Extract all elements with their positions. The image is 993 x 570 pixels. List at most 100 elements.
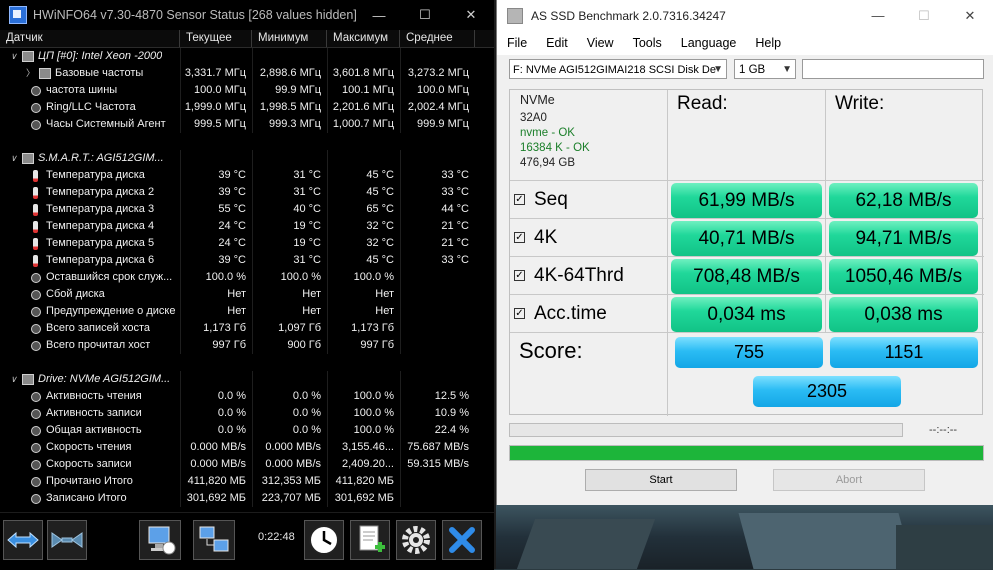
menu-view[interactable]: View (577, 36, 623, 50)
sensor-current: 24 °C (180, 235, 252, 252)
sensor-row[interactable]: Прочитано Итого 411,820 МБ 312,353 МБ 411,8… (0, 473, 494, 490)
column-header-average[interactable]: Среднее (400, 30, 475, 47)
start-button[interactable]: Start (585, 469, 737, 491)
sensor-row[interactable]: 〉 Базовые частоты 3,331.7 МГц 2,898.6 МГц 3,… (0, 65, 494, 82)
sensor-row[interactable]: Всего записей хоста 1,173 Гб 1,097 Гб 1,173… (0, 320, 494, 337)
sensor-row[interactable]: Активность чтения 0.0 % 0.0 % 100.0 % 12.5 % (0, 388, 494, 405)
column-header-sensor[interactable]: Датчик (0, 30, 180, 47)
sensor-row[interactable]: Температура диска 39 °C 31 °C 45 °C 33 °C (0, 167, 494, 184)
sensor-row[interactable]: Ring/LLC Частота 1,999.0 МГц 1,998.5 МГц 2,… (0, 99, 494, 116)
menu-language[interactable]: Language (671, 36, 746, 50)
sensor-row[interactable]: Температура диска 5 24 °C 19 °C 32 °C 21 °C (0, 235, 494, 252)
sensor-maximum: 3,155.46... (327, 439, 400, 456)
sensor-average (400, 286, 475, 303)
sensor-minimum: 0.000 MB/s (252, 439, 327, 456)
clock-icon (31, 85, 41, 96)
sensor-row[interactable]: Температура диска 2 39 °C 31 °C 45 °C 33 °C (0, 184, 494, 201)
sensor-group-name: S.M.A.R.T.: AGI512GIM... (38, 152, 164, 164)
sensor-row[interactable]: Температура диска 6 39 °C 31 °C 45 °C 33 °C (0, 252, 494, 269)
column-header-current[interactable]: Текущее (180, 30, 252, 47)
acctime-write-cell: 0,038 ms (826, 295, 984, 333)
clock-button[interactable] (304, 520, 344, 560)
monitor-button[interactable] (139, 520, 181, 560)
collapse-arrow-icon[interactable]: ∨ (8, 150, 19, 167)
sensor-row[interactable]: Температура диска 3 55 °C 40 °C 65 °C 44 °C (0, 201, 494, 218)
sensor-row[interactable]: Скорость чтения 0.000 MB/s 0.000 MB/s 3,155… (0, 439, 494, 456)
sensor-minimum: 100.0 % (252, 269, 327, 286)
sensor-row[interactable]: частота шины 100.0 МГц 99.9 МГц 100.1 МГц 10… (0, 82, 494, 99)
drive-firmware: 32A0 (520, 112, 547, 124)
sensor-label: Прочитано Итого (46, 475, 133, 487)
sensor-average (400, 269, 475, 286)
menu-tools[interactable]: Tools (623, 36, 671, 50)
sensor-current: Нет (180, 303, 252, 320)
sensor-average: 33 °C (400, 167, 475, 184)
clock-icon (31, 425, 41, 436)
sensor-row[interactable]: Скорость записи 0.000 MB/s 0.000 MB/s 2,409… (0, 456, 494, 473)
settings-button[interactable] (396, 520, 436, 560)
sensor-row[interactable]: Сбой диска Нет Нет Нет (0, 286, 494, 303)
sensor-row[interactable]: Предупреждение о диске Нет Нет Нет (0, 303, 494, 320)
sensor-row[interactable]: Всего прочитал хост 997 Гб 900 Гб 997 Гб (0, 337, 494, 354)
sensor-current: Нет (180, 286, 252, 303)
test-4k64-checkbox[interactable]: ✓ 4K-64Thrd (510, 257, 668, 295)
close-button[interactable]: ✕ (448, 7, 494, 23)
sensor-row[interactable]: Активность записи 0.0 % 0.0 % 100.0 % 10.9 % (0, 405, 494, 422)
minimize-button[interactable]: — (855, 8, 901, 23)
sensor-minimum: 2,898.6 МГц (252, 65, 327, 82)
collapse-button[interactable] (47, 520, 87, 560)
hwinfo-titlebar[interactable]: HWiNFO64 v7.30-4870 Sensor Status [268 v… (0, 0, 494, 30)
score-values-cell: 755 1151 2305 (668, 333, 984, 416)
sensor-maximum: 411,820 МБ (327, 473, 400, 490)
sensor-label: Температура диска 5 (46, 237, 155, 249)
4k64-write-cell: 1050,46 MB/s (826, 257, 984, 295)
menu-help[interactable]: Help (745, 36, 790, 50)
test-acctime-checkbox[interactable]: ✓ Acc.time (510, 295, 668, 333)
clock-icon (31, 442, 41, 453)
close-button[interactable]: ✕ (947, 8, 993, 24)
log-button[interactable] (350, 520, 390, 560)
sensor-average: 44 °C (400, 201, 475, 218)
drive-select[interactable]: F: NVMe AGI512GIMAI218 SCSI Disk De ▼ (509, 59, 727, 79)
sensor-maximum: 997 Гб (327, 337, 400, 354)
notes-input[interactable] (802, 59, 984, 79)
maximize-button[interactable]: ☐ (402, 7, 448, 23)
expand-arrow-icon[interactable]: 〉 (26, 65, 35, 82)
sensor-label: Ring/LLC Частота (46, 101, 136, 113)
collapse-arrow-icon[interactable]: ∨ (8, 371, 19, 388)
sensor-row[interactable]: Часы Системный Агент 999.5 МГц 999.3 МГц 1,… (0, 116, 494, 133)
sensor-row[interactable]: Температура диска 4 24 °C 19 °C 32 °C 21 °C (0, 218, 494, 235)
sensor-current: 3,331.7 МГц (180, 65, 252, 82)
drive-select-value: F: NVMe AGI512GIMAI218 SCSI Disk De (513, 64, 716, 76)
sensor-group-header[interactable]: ∨ ЦП [#0]: Intel Xeon -2000 (0, 48, 494, 65)
menu-file[interactable]: File (497, 36, 536, 50)
sensor-group-header[interactable]: ∨ Drive: NVMe AGI512GIM... (0, 371, 494, 388)
size-select[interactable]: 1 GB ▼ (734, 59, 796, 79)
collapse-arrow-icon[interactable]: ∨ (8, 48, 19, 65)
test-seq-checkbox[interactable]: ✓ Seq (510, 181, 668, 219)
alignment-status: 16384 K - OK (520, 142, 590, 154)
seq-read-cell: 61,99 MB/s (668, 181, 826, 219)
sensor-current: 301,692 МБ (180, 490, 252, 507)
minimize-button[interactable]: — (356, 8, 402, 23)
sensor-row[interactable]: Записано Итого 301,692 МБ 223,707 МБ 301,69… (0, 490, 494, 507)
sensor-table-header: Датчик Текущее Минимум Максимум Среднее (0, 30, 494, 48)
expand-collapse-button[interactable] (3, 520, 43, 560)
test-4k-checkbox[interactable]: ✓ 4K (510, 219, 668, 257)
sensor-average: 21 °C (400, 218, 475, 235)
sensor-average: 21 °C (400, 235, 475, 252)
network-button[interactable] (193, 520, 235, 560)
sensor-maximum: 100.0 % (327, 405, 400, 422)
acctime-read-result: 0,034 ms (671, 297, 822, 332)
column-header-maximum[interactable]: Максимум (327, 30, 400, 47)
sensor-row[interactable]: Оставшийся срок служ... 100.0 % 100.0 % 100… (0, 269, 494, 286)
sensor-maximum: 301,692 МБ (327, 490, 400, 507)
sensor-average (400, 490, 475, 507)
as-ssd-titlebar[interactable]: AS SSD Benchmark 2.0.7316.34247 — ☐ ✕ (497, 0, 993, 31)
close-sensors-button[interactable] (442, 520, 482, 560)
sensor-row[interactable]: Общая активность 0.0 % 0.0 % 100.0 % 22.4 % (0, 422, 494, 439)
column-header-minimum[interactable]: Минимум (252, 30, 327, 47)
sensor-group-header[interactable]: ∨ S.M.A.R.T.: AGI512GIM... (0, 150, 494, 167)
elapsed-timer: 0:22:48 (258, 531, 295, 543)
menu-edit[interactable]: Edit (536, 36, 577, 50)
